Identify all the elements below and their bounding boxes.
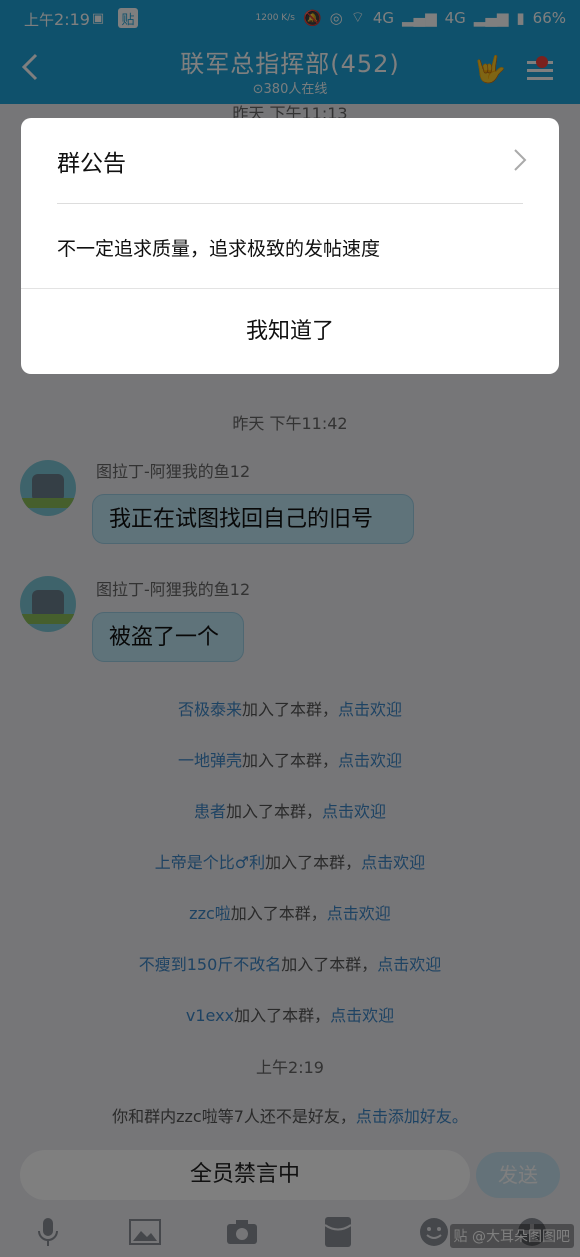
- divider: [57, 203, 523, 204]
- announcement-dialog: 群公告 不一定追求质量，追求极致的发帖速度 我知道了: [21, 118, 559, 374]
- confirm-button[interactable]: 我知道了: [21, 289, 559, 374]
- dialog-body: 不一定追求质量，追求极致的发帖速度: [57, 238, 381, 260]
- chevron-right-icon[interactable]: [513, 148, 527, 178]
- dialog-title[interactable]: 群公告: [57, 144, 126, 178]
